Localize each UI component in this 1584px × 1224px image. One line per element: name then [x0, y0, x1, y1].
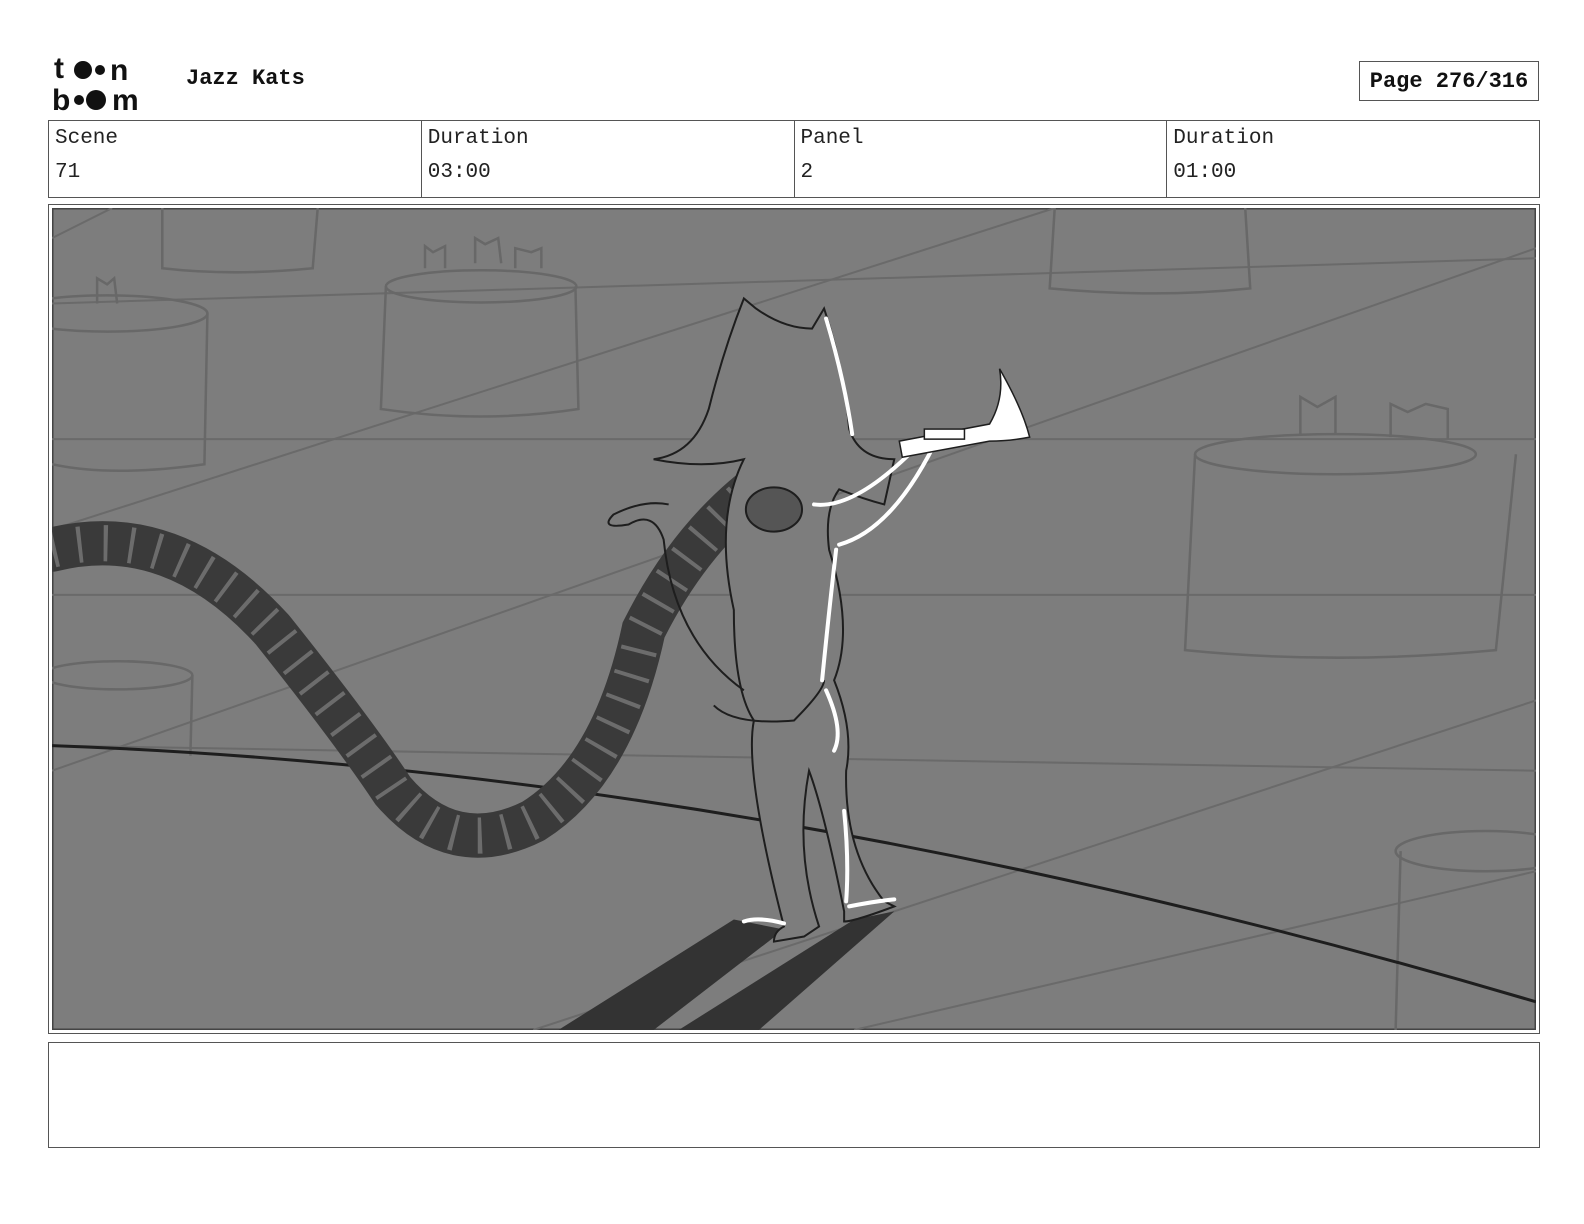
- toon-boom-logo: t n b m: [52, 52, 139, 114]
- svg-text:t: t: [54, 52, 64, 85]
- panel-value: 2: [800, 161, 814, 184]
- page-number: Page 276/316: [1359, 61, 1539, 101]
- panel-drawing: [52, 208, 1536, 1030]
- scene-value: 71: [55, 161, 81, 184]
- svg-text:b: b: [52, 84, 70, 114]
- scene-label: Scene: [55, 127, 119, 150]
- svg-text:m: m: [112, 84, 139, 114]
- panel-cell: Panel 2: [795, 121, 1168, 197]
- storyboard-panel: [48, 204, 1540, 1034]
- panel-duration-label: Duration: [1173, 127, 1275, 150]
- svg-text:n: n: [110, 54, 128, 87]
- panel-duration-value: 01:00: [1173, 161, 1237, 184]
- project-title: Jazz Kats: [186, 66, 305, 91]
- scene-cell: Scene 71: [49, 121, 422, 197]
- panel-label: Panel: [800, 127, 864, 150]
- panel-notes: [48, 1042, 1540, 1148]
- scene-info-bar: Scene 71 Duration 03:00 Panel 2 Duration…: [48, 120, 1540, 198]
- scene-duration-cell: Duration 03:00: [422, 121, 795, 197]
- scene-duration-label: Duration: [427, 127, 529, 150]
- microphone: [744, 486, 804, 533]
- scene-duration-value: 03:00: [427, 161, 491, 184]
- panel-duration-cell: Duration 01:00: [1167, 121, 1539, 197]
